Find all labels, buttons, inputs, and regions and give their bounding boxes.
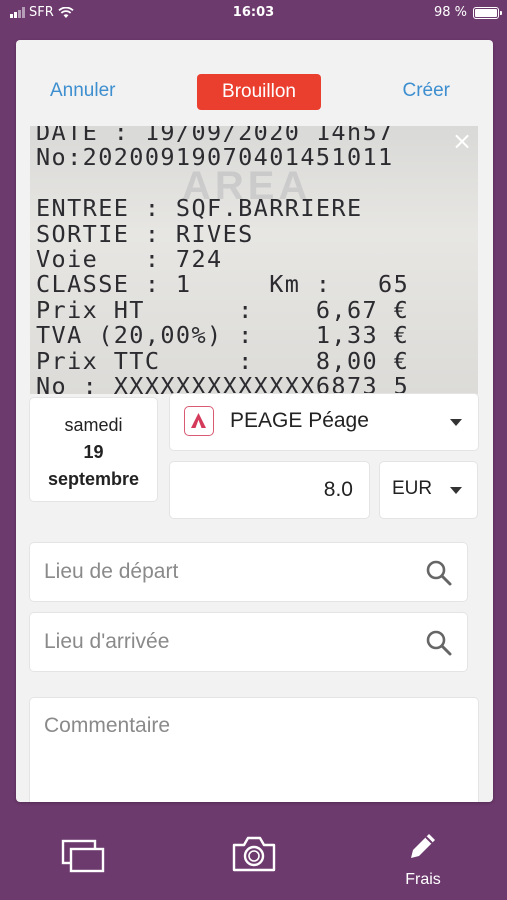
status-bar: SFR 16:03 98 % xyxy=(0,0,507,26)
receipt-text: DATE : 19/09/2020 14h57 No:2020091907040… xyxy=(36,126,410,394)
arrival-field[interactable]: Lieu d'arrivée xyxy=(30,613,467,671)
search-icon[interactable] xyxy=(425,629,453,657)
receipt-photo[interactable]: AREA DATE : 19/09/2020 14h57 No:20200919… xyxy=(30,126,478,394)
departure-placeholder: Lieu de départ xyxy=(44,560,179,583)
create-button[interactable]: Créer xyxy=(402,80,450,102)
comment-field[interactable]: Commentaire xyxy=(30,698,478,802)
battery-info: 98 % xyxy=(433,5,502,20)
date-day: 19 xyxy=(83,442,104,462)
arrival-placeholder: Lieu d'arrivée xyxy=(44,630,170,653)
tab-frais-label: Frais xyxy=(405,871,441,888)
tab-frais[interactable]: Frais xyxy=(363,816,483,900)
search-icon[interactable] xyxy=(425,559,453,587)
tab-bar: Frais xyxy=(0,816,507,900)
category-label: PEAGE Péage xyxy=(230,409,369,432)
battery-icon xyxy=(473,6,502,19)
date-picker[interactable]: samedi 19 septembre xyxy=(30,398,157,501)
expense-screen: Annuler Brouillon Créer AREA DATE : 19/0… xyxy=(0,26,507,816)
battery-percent: 98 % xyxy=(433,5,467,20)
pencil-icon xyxy=(411,834,435,858)
currency-select[interactable]: EUR xyxy=(380,462,477,518)
expense-form-card: Annuler Brouillon Créer AREA DATE : 19/0… xyxy=(16,40,493,802)
cancel-button[interactable]: Annuler xyxy=(50,80,116,102)
close-icon[interactable]: × xyxy=(450,129,474,154)
status-badge: Brouillon xyxy=(197,74,321,110)
currency-label: EUR xyxy=(392,478,433,499)
departure-field[interactable]: Lieu de départ xyxy=(30,543,467,601)
stack-icon xyxy=(61,839,105,873)
amount-input[interactable]: 8.0 xyxy=(170,462,369,518)
date-month: septembre xyxy=(47,469,140,489)
highway-icon xyxy=(184,406,214,436)
camera-icon xyxy=(232,836,276,872)
chevron-down-icon xyxy=(450,487,462,494)
comment-placeholder: Commentaire xyxy=(44,714,171,737)
category-select[interactable]: PEAGE Péage xyxy=(170,394,478,450)
date-weekday: samedi xyxy=(64,415,123,435)
chevron-down-icon xyxy=(450,419,462,426)
tab-expenses[interactable] xyxy=(24,816,144,900)
tab-camera[interactable] xyxy=(193,816,313,900)
clock: 16:03 xyxy=(232,5,275,20)
